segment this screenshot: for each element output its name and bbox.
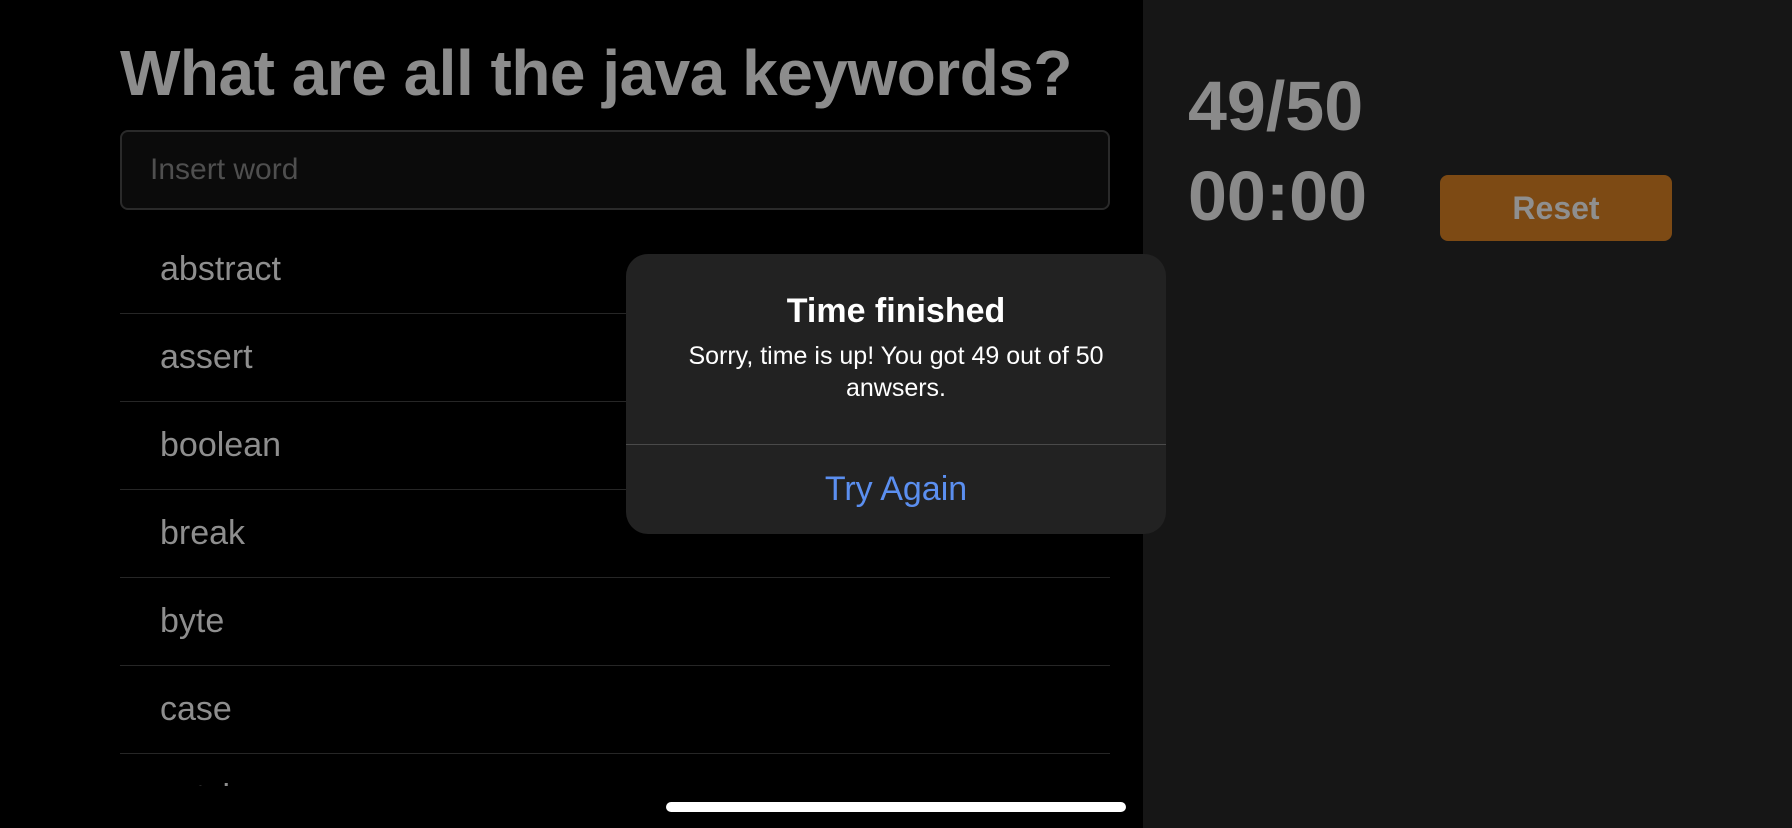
try-again-button[interactable]: Try Again	[626, 445, 1166, 534]
list-item: byte	[120, 578, 1110, 666]
list-item: catch	[120, 754, 1110, 786]
score-counter: 49/50	[1188, 67, 1364, 145]
alert-message: Sorry, time is up! You got 49 out of 50 …	[688, 342, 1104, 402]
time-finished-alert: Time finished Sorry, time is up! You got…	[626, 254, 1166, 534]
alert-title: Time finished	[786, 292, 1006, 330]
page-title: What are all the java keywords?	[120, 37, 1072, 109]
list-item: case	[120, 666, 1110, 754]
home-indicator[interactable]	[666, 802, 1126, 812]
app-screen: What are all the java keywords? abstract…	[0, 0, 1792, 828]
countdown-timer: 00:00	[1188, 157, 1368, 235]
word-input[interactable]	[120, 130, 1110, 210]
reset-button[interactable]: Reset	[1440, 175, 1672, 241]
